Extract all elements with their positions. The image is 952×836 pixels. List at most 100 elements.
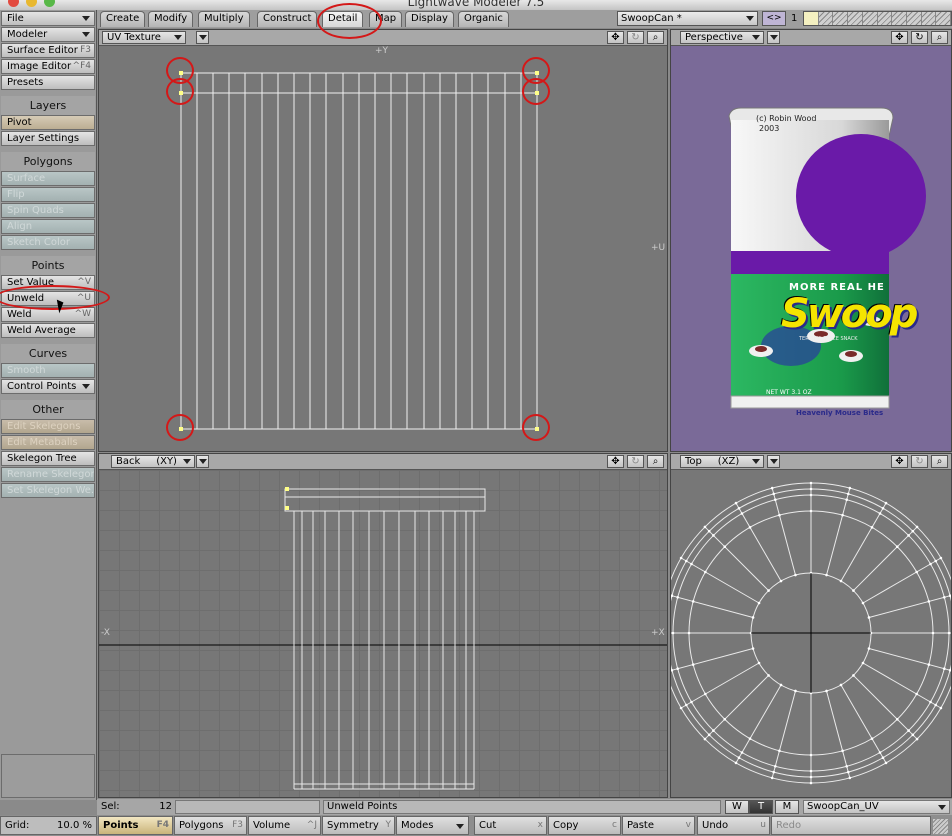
sketch-color-button[interactable]: Sketch Color	[1, 235, 95, 250]
layer-cell[interactable]	[804, 12, 819, 25]
tab-display[interactable]: Display	[405, 11, 454, 27]
zoom-view-icon[interactable]: ⌕	[931, 455, 948, 468]
top-viewport[interactable]: Top (XZ) ✥ ↻ ⌕	[670, 453, 952, 798]
layer-cell[interactable]	[862, 12, 878, 25]
mesh-vertex	[939, 556, 943, 560]
tab-organic[interactable]: Organic	[458, 11, 509, 27]
flip-button[interactable]: Flip	[1, 187, 95, 202]
texture-map-button[interactable]: T	[749, 800, 773, 814]
object-selector[interactable]: SwoopCan *	[617, 11, 758, 26]
pivot-button[interactable]: Pivot	[1, 115, 95, 130]
smooth-button[interactable]: Smooth	[1, 363, 95, 378]
mesh-vertex	[691, 663, 695, 666]
back-canvas[interactable]: -X +X	[99, 470, 667, 797]
viewport-header: UV Texture ✥ ↻ ⌕	[99, 30, 667, 46]
file-menu[interactable]: File	[1, 11, 95, 26]
back-viewport[interactable]: Back (XY) ✥ ↻ ⌕ -X +X	[98, 453, 668, 798]
layer-cell[interactable]	[936, 12, 952, 25]
view-type-selector[interactable]: Top (XZ)	[680, 455, 764, 468]
layer-cell[interactable]	[833, 12, 849, 25]
axis-label-top: +Y	[375, 46, 389, 56]
layer-cell[interactable]	[848, 12, 863, 25]
volume-mode-button[interactable]: Volume ^J	[248, 816, 321, 835]
weld-average-button[interactable]: Weld Average	[1, 323, 95, 338]
copy-button[interactable]: Copy c	[548, 816, 621, 835]
rotate-view-icon[interactable]: ↻	[911, 31, 928, 44]
paste-button[interactable]: Paste v	[622, 816, 695, 835]
tab-detail[interactable]: Detail	[322, 11, 364, 27]
zoom-view-icon[interactable]: ⌕	[647, 455, 664, 468]
render-mode-menu[interactable]	[767, 31, 780, 44]
layer-cell[interactable]	[921, 12, 937, 25]
render-mode-menu[interactable]	[196, 31, 209, 44]
symmetry-button[interactable]: Symmetry Y	[322, 816, 395, 835]
mesh-vertex	[942, 595, 946, 599]
status-bar: Sel: 12 Unweld Points W T M SwoopCan_UV	[97, 799, 952, 815]
rotate-view-icon[interactable]: ↻	[627, 455, 644, 468]
weld-button[interactable]: Weld ^W	[1, 307, 95, 322]
view-type-selector[interactable]: Perspective	[680, 31, 764, 44]
mesh-vertex	[841, 749, 844, 753]
layer-nav-arrows[interactable]: <>	[762, 11, 786, 26]
layer-cell[interactable]	[906, 12, 922, 25]
perspective-viewport[interactable]: Perspective ✥ ↻ ⌕ (c) Robin Wood 2003 MO…	[670, 29, 952, 452]
image-editor-button[interactable]: Image Editor ^F4	[1, 59, 95, 74]
tab-multiply[interactable]: Multiply	[198, 11, 250, 27]
view-type-selector[interactable]: UV Texture	[102, 31, 186, 44]
set-value-button[interactable]: Set Value ^V	[1, 275, 95, 290]
tab-modify[interactable]: Modify	[148, 11, 194, 27]
edit-skelegons-button[interactable]: Edit Skelegons	[1, 419, 95, 434]
resize-grip-icon[interactable]	[933, 819, 948, 834]
align-button[interactable]: Align	[1, 219, 95, 234]
modeler-menu[interactable]: Modeler	[1, 27, 95, 42]
perspective-canvas[interactable]: (c) Robin Wood 2003 MORE REAL HE Swoop T…	[671, 46, 951, 451]
top-canvas[interactable]	[671, 470, 951, 797]
zoom-view-icon[interactable]: ⌕	[931, 31, 948, 44]
mesh-vertex	[878, 751, 882, 754]
layer-cell[interactable]	[892, 12, 907, 25]
cut-button[interactable]: Cut x	[474, 816, 547, 835]
layer-bank[interactable]	[803, 11, 952, 26]
move-view-icon[interactable]: ✥	[607, 455, 624, 468]
control-points-menu[interactable]: Control Points	[1, 379, 95, 394]
tab-map[interactable]: Map	[369, 11, 403, 27]
layer-cell[interactable]	[877, 12, 893, 25]
render-mode-menu[interactable]	[196, 455, 209, 468]
redo-button[interactable]: Redo	[771, 816, 931, 835]
set-skelegon-weight-button[interactable]: Set Skelegon We...	[1, 483, 95, 498]
edit-metaballs-button[interactable]: Edit Metaballs	[1, 435, 95, 450]
move-view-icon[interactable]: ✥	[891, 455, 908, 468]
vertex-map-selector[interactable]: SwoopCan_UV	[803, 800, 950, 814]
mesh-vertex	[809, 509, 813, 513]
render-mode-menu[interactable]	[767, 455, 780, 468]
chevron-down-icon	[82, 16, 90, 21]
rotate-view-icon[interactable]: ↻	[911, 455, 928, 468]
uv-texture-viewport[interactable]: UV Texture ✥ ↻ ⌕ +Y +U	[98, 29, 668, 452]
tab-construct[interactable]: Construct	[257, 11, 318, 27]
mesh-edge	[680, 557, 760, 604]
zoom-view-icon[interactable]: ⌕	[647, 31, 664, 44]
undo-button[interactable]: Undo u	[697, 816, 770, 835]
tab-create[interactable]: Create	[100, 11, 146, 27]
morph-map-button[interactable]: M	[775, 800, 799, 814]
points-mode-button[interactable]: Points F4	[98, 816, 173, 835]
layer-cell[interactable]	[818, 12, 834, 25]
uv-canvas[interactable]: +Y +U	[99, 46, 667, 451]
rotate-view-icon[interactable]: ↻	[627, 31, 644, 44]
weight-map-button[interactable]: W	[725, 800, 749, 814]
axis-label-right: +X	[651, 628, 665, 638]
presets-button[interactable]: Presets	[1, 75, 95, 90]
shortcut-label: c	[612, 820, 617, 830]
surface-editor-button[interactable]: Surface Editor F3	[1, 43, 95, 58]
skelegon-tree-button[interactable]: Skelegon Tree	[1, 451, 95, 466]
rename-skelegon-button[interactable]: Rename Skelegon	[1, 467, 95, 482]
move-view-icon[interactable]: ✥	[891, 31, 908, 44]
surface-button[interactable]: Surface	[1, 171, 95, 186]
move-view-icon[interactable]: ✥	[607, 31, 624, 44]
modes-menu[interactable]: Modes	[396, 816, 469, 835]
layer-settings-button[interactable]: Layer Settings	[1, 131, 95, 146]
spin-quads-button[interactable]: Spin Quads	[1, 203, 95, 218]
polygons-mode-button[interactable]: Polygons F3	[174, 816, 247, 835]
unweld-button[interactable]: Unweld ^U	[1, 291, 95, 306]
view-type-selector[interactable]: Back (XY)	[111, 455, 195, 468]
